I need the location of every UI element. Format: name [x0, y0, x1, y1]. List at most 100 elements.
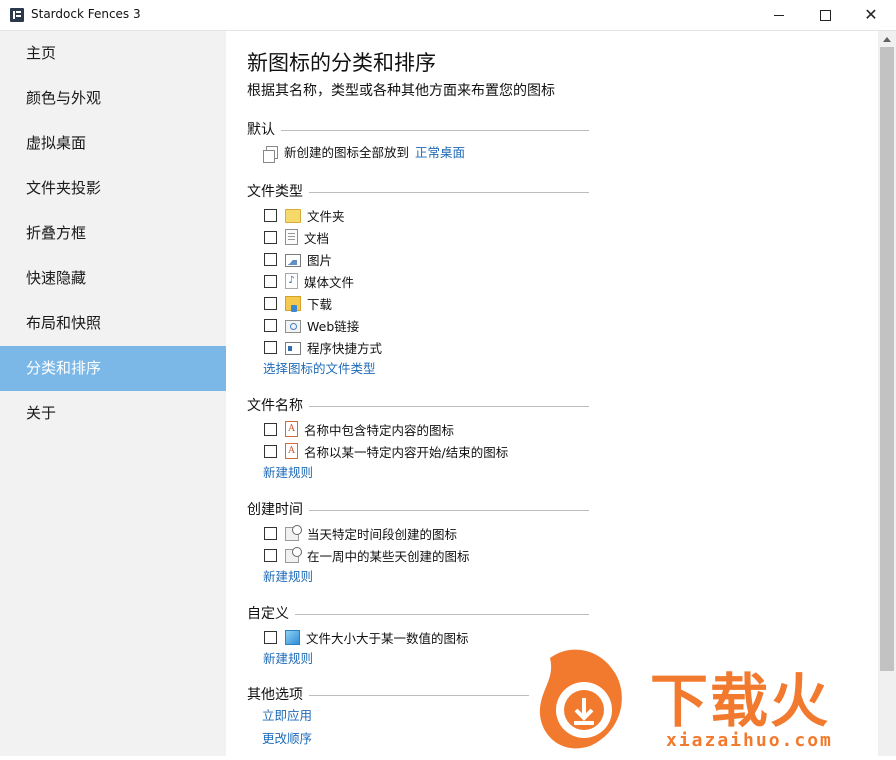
clock-icon [285, 547, 302, 563]
watermark-logo: 下载火 xiazaihuo.com [530, 638, 896, 756]
media-icon: ♪ [285, 273, 298, 289]
shortcut-icon [285, 341, 301, 355]
watermark-url: xiazaihuo.com [666, 730, 833, 751]
file-size-checkbox[interactable] [264, 630, 277, 644]
size-icon [285, 630, 300, 645]
copy-icon [263, 145, 278, 163]
flame-logo-icon [539, 649, 622, 749]
maximize-button[interactable] [802, 0, 848, 30]
section-divider [309, 405, 589, 407]
name-rule-icon: A [285, 421, 298, 437]
sidebar-item-folder-portal[interactable]: 文件夹投影 [0, 166, 226, 211]
file-type-web-link-row[interactable]: Web链接 [264, 315, 359, 335]
download-checkbox[interactable] [264, 296, 277, 310]
section-heading: 文件类型 [247, 184, 303, 200]
web-link-checkbox[interactable] [264, 318, 277, 332]
folder-icon [285, 209, 301, 223]
sidebar-item-sort-organize[interactable]: 分类和排序 [0, 346, 226, 391]
name-rule-icon: A [285, 443, 298, 459]
page-subtitle: 根据其名称，类型或各种其他方面来布置您的图标 [247, 83, 555, 99]
sidebar: 主页 颜色与外观 虚拟桌面 文件夹投影 折叠方框 快速隐藏 布局和快照 分类和排… [0, 31, 226, 756]
section-heading: 自定义 [247, 606, 289, 622]
section-custom: 自定义 [247, 603, 589, 623]
scroll-thumb[interactable] [880, 47, 894, 671]
sidebar-item-rollup[interactable]: 折叠方框 [0, 211, 226, 256]
file-type-download-row[interactable]: 下载 [264, 293, 332, 313]
created-weekday-row[interactable]: 在一周中的某些天创建的图标 [264, 545, 470, 565]
checkbox-label: 下载 [307, 296, 333, 312]
file-type-media-row[interactable]: ♪ 媒体文件 [264, 271, 354, 291]
sidebar-item-layout-snapshot[interactable]: 布局和快照 [0, 301, 226, 346]
file-type-folder-row[interactable]: 文件夹 [264, 205, 345, 225]
name-contains-checkbox[interactable] [264, 422, 277, 436]
shortcut-checkbox[interactable] [264, 340, 277, 354]
created-time-of-day-row[interactable]: 当天特定时间段创建的图标 [264, 523, 457, 543]
section-divider [281, 129, 589, 131]
section-divider [309, 509, 589, 511]
name-starts-ends-row[interactable]: A 名称以某一特定内容开始/结束的图标 [264, 441, 508, 461]
section-heading: 其他选项 [247, 687, 303, 703]
file-type-shortcut-row[interactable]: 程序快捷方式 [264, 337, 382, 357]
new-name-rule-link[interactable]: 新建规则 [263, 463, 313, 483]
file-size-row[interactable]: 文件大小大于某一数值的图标 [264, 627, 469, 647]
window-title: Stardock Fences 3 [31, 7, 141, 21]
folder-checkbox[interactable] [264, 208, 277, 222]
checkbox-label: 图片 [307, 252, 333, 268]
section-divider [295, 613, 589, 615]
checkbox-label: Web链接 [307, 318, 360, 334]
document-icon [285, 229, 298, 245]
sidebar-item-about[interactable]: 关于 [0, 391, 226, 436]
sidebar-item-home[interactable]: 主页 [0, 31, 226, 76]
sidebar-item-virtual-desktop[interactable]: 虚拟桌面 [0, 121, 226, 166]
media-checkbox[interactable] [264, 274, 277, 288]
sidebar-item-quick-hide[interactable]: 快速隐藏 [0, 256, 226, 301]
close-button[interactable]: ✕ [848, 0, 894, 30]
section-divider [309, 694, 529, 696]
checkbox-label: 程序快捷方式 [307, 340, 383, 356]
checkbox-label: 文档 [304, 230, 330, 246]
maximize-icon [819, 9, 831, 21]
picture-checkbox[interactable] [264, 252, 277, 266]
section-file-name: 文件名称 [247, 395, 589, 415]
document-checkbox[interactable] [264, 230, 277, 244]
file-type-document-row[interactable]: 文档 [264, 227, 329, 247]
page-title: 新图标的分类和排序 [247, 51, 436, 75]
new-time-rule-link[interactable]: 新建规则 [263, 567, 313, 587]
section-heading: 文件名称 [247, 398, 303, 414]
download-icon [285, 296, 301, 312]
picture-icon [285, 253, 301, 267]
apply-now-link[interactable]: 立即应用 [262, 706, 312, 726]
section-heading: 创建时间 [247, 502, 303, 518]
section-divider [309, 191, 589, 193]
title-bar: Stardock Fences 3 ✕ [0, 0, 896, 31]
section-file-types: 文件类型 [247, 181, 589, 201]
web-link-icon [285, 319, 301, 333]
checkbox-label: 媒体文件 [304, 274, 355, 290]
name-starts-ends-checkbox[interactable] [264, 444, 277, 458]
section-other-options: 其他选项 [247, 684, 529, 704]
watermark-text: 下载火 [650, 667, 831, 735]
checkbox-label: 文件大小大于某一数值的图标 [306, 630, 469, 646]
section-created-time: 创建时间 [247, 499, 589, 519]
checkbox-label: 当天特定时间段创建的图标 [307, 526, 458, 542]
normal-desktop-link[interactable]: 正常桌面 [415, 142, 465, 161]
section-heading: 默认 [247, 122, 275, 138]
checkbox-label: 在一周中的某些天创建的图标 [307, 548, 470, 564]
fences-app-icon [10, 8, 24, 22]
scroll-up-arrow-icon[interactable] [878, 31, 896, 47]
checkbox-label: 名称中包含特定内容的图标 [304, 422, 455, 438]
name-contains-row[interactable]: A 名称中包含特定内容的图标 [264, 419, 454, 439]
sidebar-item-color-appearance[interactable]: 颜色与外观 [0, 76, 226, 121]
section-default: 默认 [247, 119, 589, 139]
weekday-checkbox[interactable] [264, 548, 277, 562]
minimize-button[interactable] [756, 0, 802, 30]
default-destination-text: 新创建的图标全部放到 [284, 144, 410, 160]
clock-icon [285, 525, 302, 541]
file-type-picture-row[interactable]: 图片 [264, 249, 332, 269]
time-of-day-checkbox[interactable] [264, 526, 277, 540]
select-file-types-link[interactable]: 选择图标的文件类型 [263, 359, 376, 379]
new-custom-rule-link[interactable]: 新建规则 [263, 649, 313, 669]
default-destination-row: 新创建的图标全部放到 正常桌面 [263, 141, 465, 163]
change-order-link[interactable]: 更改顺序 [262, 729, 312, 749]
checkbox-label: 文件夹 [307, 208, 345, 224]
